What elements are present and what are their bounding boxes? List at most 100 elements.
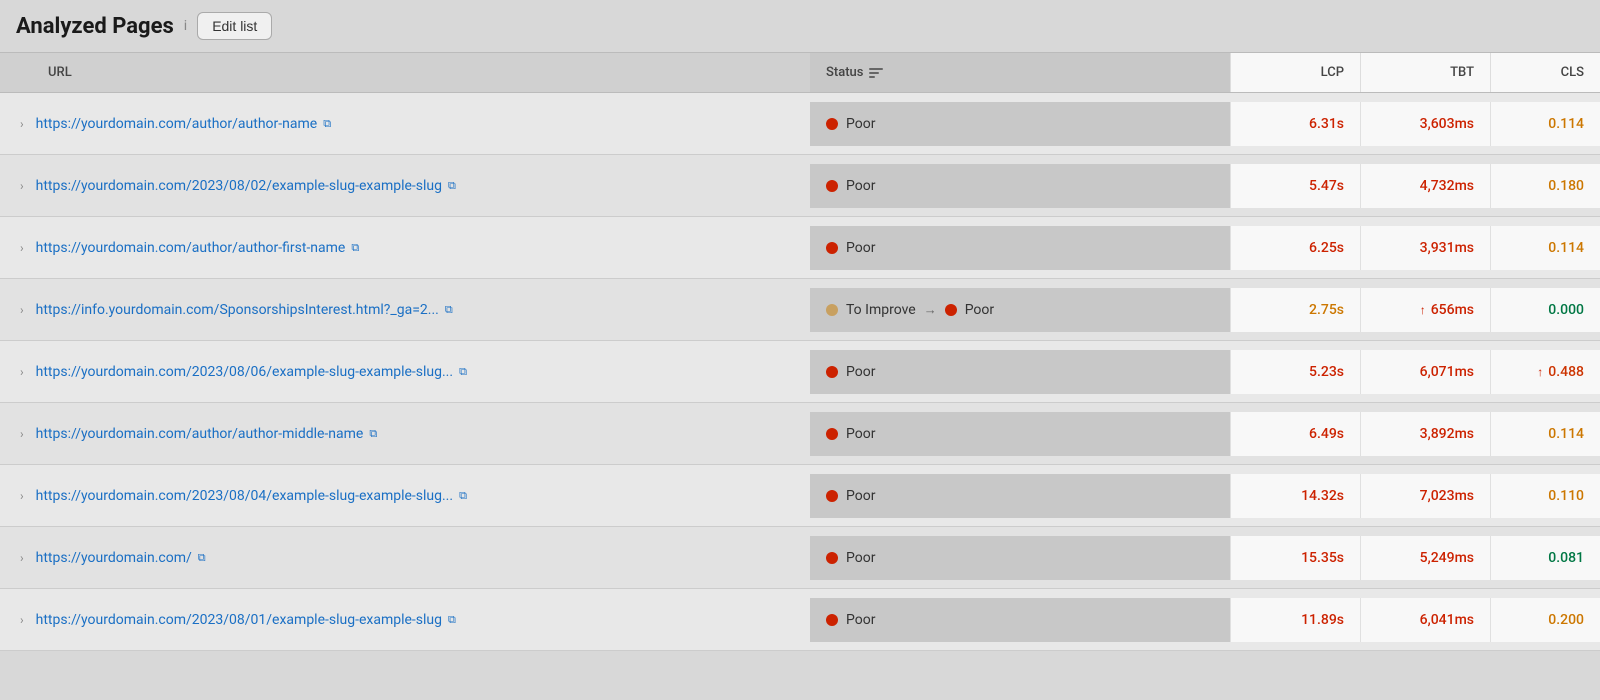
status-dot-to — [826, 366, 838, 378]
edit-list-button[interactable]: Edit list — [197, 12, 272, 40]
page-wrapper: Analyzed Pages i Edit list URL Status LC… — [0, 0, 1600, 651]
cell-tbt: 6,071ms — [1360, 350, 1490, 394]
cell-cls: 0.114 — [1490, 226, 1600, 270]
cell-url: › https://yourdomain.com/2023/08/01/examp… — [0, 597, 810, 643]
cell-tbt: 7,023ms — [1360, 474, 1490, 518]
status-dot-from — [826, 304, 838, 316]
expand-chevron-icon[interactable]: › — [16, 487, 28, 505]
url-link[interactable]: https://info.yourdomain.com/Sponsorships… — [36, 302, 453, 318]
cell-lcp: 5.47s — [1230, 164, 1360, 208]
table-row: › https://yourdomain.com/author/author-na… — [0, 93, 1600, 155]
url-link[interactable]: https://yourdomain.com/author/author-fir… — [36, 240, 360, 256]
cell-status: Poor — [810, 164, 1230, 208]
expand-chevron-icon[interactable]: › — [16, 611, 28, 629]
expand-chevron-icon[interactable]: › — [16, 549, 28, 567]
cell-lcp: 6.25s — [1230, 226, 1360, 270]
cell-url: › https://yourdomain.com/author/author-na… — [0, 101, 810, 147]
url-link[interactable]: https://yourdomain.com/2023/08/01/exampl… — [36, 612, 456, 628]
cell-tbt: 5,249ms — [1360, 536, 1490, 580]
status-text-to: Poor — [846, 488, 875, 504]
trend-up-icon: ↑ — [1420, 303, 1429, 317]
url-link[interactable]: https://yourdomain.com/author/author-nam… — [36, 116, 331, 132]
cell-lcp: 14.32s — [1230, 474, 1360, 518]
status-text-to: Poor — [846, 612, 875, 628]
cell-cls: 0.000 — [1490, 288, 1600, 332]
cell-tbt: 3,892ms — [1360, 412, 1490, 456]
cell-url: › https://yourdomain.com/2023/08/04/examp… — [0, 473, 810, 519]
cell-status: Poor — [810, 102, 1230, 146]
cell-cls: 0.114 — [1490, 412, 1600, 456]
table-row: › https://yourdomain.com/author/author-mi… — [0, 403, 1600, 465]
cell-tbt: 3,603ms — [1360, 102, 1490, 146]
cell-tbt: 6,041ms — [1360, 598, 1490, 642]
cell-url: › https://yourdomain.com/2023/08/02/examp… — [0, 163, 810, 209]
table-body: › https://yourdomain.com/author/author-na… — [0, 93, 1600, 651]
cell-cls: 0.200 — [1490, 598, 1600, 642]
table-header: URL Status LCP TBT CLS — [0, 52, 1600, 93]
cell-lcp: 2.75s — [1230, 288, 1360, 332]
cell-status: Poor — [810, 536, 1230, 580]
external-link-icon: ⧉ — [448, 179, 456, 193]
analyzed-pages-table: URL Status LCP TBT CLS › https://yourdoma… — [0, 52, 1600, 651]
cell-cls: 0.180 — [1490, 164, 1600, 208]
status-dot-to — [945, 304, 957, 316]
url-link[interactable]: https://yourdomain.com/2023/08/02/exampl… — [36, 178, 456, 194]
cell-cls: 0.114 — [1490, 102, 1600, 146]
url-link[interactable]: https://yourdomain.com/author/author-mid… — [36, 426, 378, 442]
external-link-icon: ⧉ — [323, 117, 331, 131]
status-text-to: Poor — [846, 426, 875, 442]
col-header-url: URL — [0, 53, 810, 92]
cell-status: Poor — [810, 474, 1230, 518]
cell-url: › https://yourdomain.com/author/author-fi… — [0, 225, 810, 271]
status-dot-to — [826, 552, 838, 564]
cell-status: To Improve → Poor — [810, 288, 1230, 332]
status-text-from: To Improve — [846, 302, 916, 318]
external-link-icon: ⧉ — [459, 489, 467, 503]
trend-up-icon: ↑ — [1537, 365, 1546, 379]
url-link[interactable]: https://yourdomain.com/2023/08/04/exampl… — [36, 488, 467, 504]
cell-lcp: 6.49s — [1230, 412, 1360, 456]
external-link-icon: ⧉ — [459, 365, 467, 379]
url-link[interactable]: https://yourdomain.com/2023/08/06/exampl… — [36, 364, 467, 380]
expand-chevron-icon[interactable]: › — [16, 239, 28, 257]
status-text-to: Poor — [846, 178, 875, 194]
external-link-icon: ⧉ — [351, 241, 359, 255]
status-dot-to — [826, 242, 838, 254]
cell-lcp: 11.89s — [1230, 598, 1360, 642]
cell-tbt: ↑ 656ms — [1360, 288, 1490, 332]
expand-chevron-icon[interactable]: › — [16, 177, 28, 195]
status-dot-to — [826, 428, 838, 440]
expand-chevron-icon[interactable]: › — [16, 301, 28, 319]
page-title: Analyzed Pages — [16, 14, 174, 39]
expand-chevron-icon[interactable]: › — [16, 363, 28, 381]
cell-lcp: 6.31s — [1230, 102, 1360, 146]
table-row: › https://yourdomain.com/2023/08/02/examp… — [0, 155, 1600, 217]
table-row: › https://info.yourdomain.com/Sponsorship… — [0, 279, 1600, 341]
cell-status: Poor — [810, 598, 1230, 642]
status-text-to: Poor — [846, 240, 875, 256]
col-header-tbt: TBT — [1360, 53, 1490, 92]
table-row: › https://yourdomain.com/2023/08/04/examp… — [0, 465, 1600, 527]
status-text-to: Poor — [846, 550, 875, 566]
table-row: › https://yourdomain.com/2023/08/06/examp… — [0, 341, 1600, 403]
cell-status: Poor — [810, 350, 1230, 394]
url-link[interactable]: https://yourdomain.com/⧉ — [36, 550, 206, 566]
cell-url: › https://yourdomain.com/author/author-mi… — [0, 411, 810, 457]
external-link-icon: ⧉ — [445, 303, 453, 317]
status-text-to: Poor — [846, 364, 875, 380]
cell-url: › https://yourdomain.com/⧉ — [0, 535, 810, 581]
cell-lcp: 5.23s — [1230, 350, 1360, 394]
info-icon[interactable]: i — [184, 18, 187, 34]
cell-cls: 0.081 — [1490, 536, 1600, 580]
external-link-icon: ⧉ — [448, 613, 456, 627]
status-dot-to — [826, 118, 838, 130]
expand-chevron-icon[interactable]: › — [16, 115, 28, 133]
expand-chevron-icon[interactable]: › — [16, 425, 28, 443]
filter-icon[interactable] — [869, 68, 883, 78]
status-transition-arrow: → — [924, 302, 937, 318]
col-header-status: Status — [810, 53, 1230, 92]
status-dot-to — [826, 614, 838, 626]
cell-tbt: 3,931ms — [1360, 226, 1490, 270]
status-dot-to — [826, 490, 838, 502]
col-header-lcp: LCP — [1230, 53, 1360, 92]
